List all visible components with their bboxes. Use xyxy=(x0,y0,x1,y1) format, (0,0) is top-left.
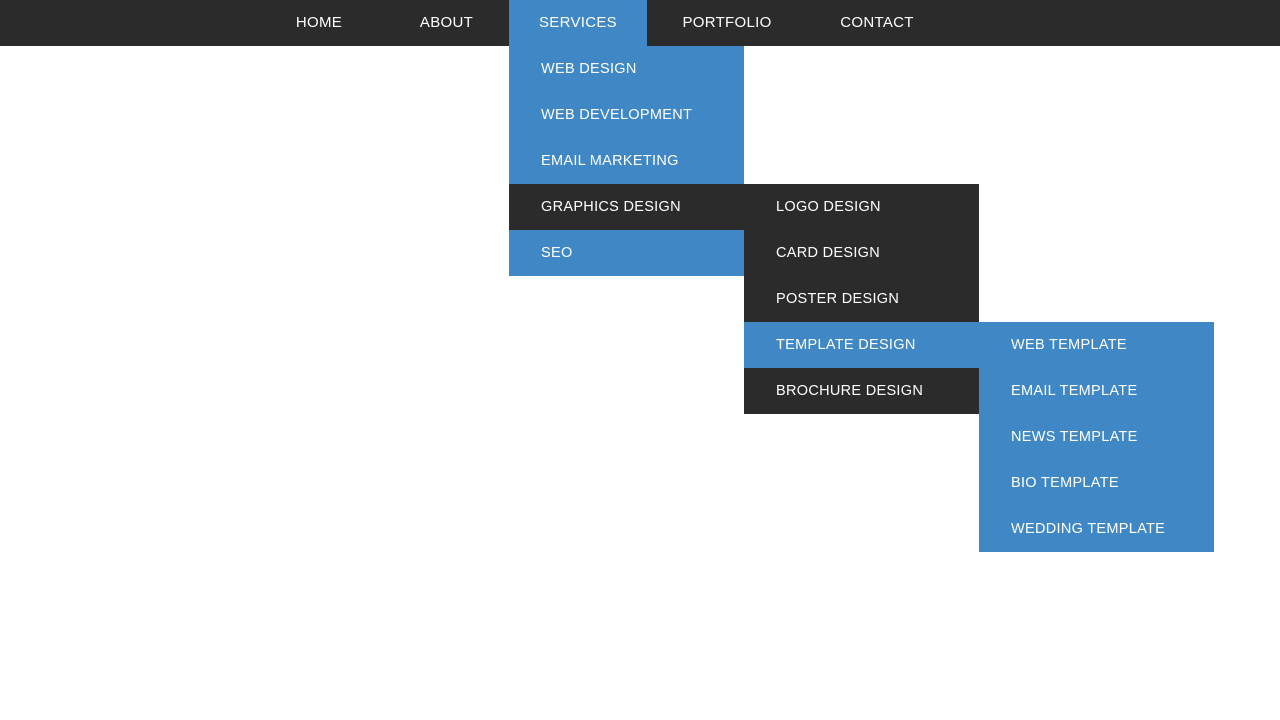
graphics-submenu: LOGO DESIGN CARD DESIGN POSTER DESIGN TE… xyxy=(744,184,979,414)
submenu-graphics-design[interactable]: GRAPHICS DESIGN xyxy=(509,184,744,230)
submenu-brochure-design[interactable]: BROCHURE DESIGN xyxy=(744,368,979,414)
navbar: HOME ABOUT SERVICES PORTFOLIO CONTACT xyxy=(0,0,1280,46)
nav-home[interactable]: HOME xyxy=(254,0,384,46)
submenu-web-template[interactable]: WEB TEMPLATE xyxy=(979,322,1214,368)
submenu-news-template[interactable]: NEWS TEMPLATE xyxy=(979,414,1214,460)
submenu-bio-template[interactable]: BIO TEMPLATE xyxy=(979,460,1214,506)
submenu-template-design[interactable]: TEMPLATE DESIGN xyxy=(744,322,979,368)
nav-contact[interactable]: CONTACT xyxy=(807,0,947,46)
submenu-email-marketing[interactable]: EMAIL MARKETING xyxy=(509,138,744,184)
services-submenu: WEB DESIGN WEB DEVELOPMENT EMAIL MARKETI… xyxy=(509,46,744,276)
submenu-web-design[interactable]: WEB DESIGN xyxy=(509,46,744,92)
submenu-poster-design[interactable]: POSTER DESIGN xyxy=(744,276,979,322)
submenu-wedding-template[interactable]: WEDDING TEMPLATE xyxy=(979,506,1214,552)
nav-services[interactable]: SERVICES xyxy=(509,0,647,46)
submenu-email-template[interactable]: EMAIL TEMPLATE xyxy=(979,368,1214,414)
submenu-card-design[interactable]: CARD DESIGN xyxy=(744,230,979,276)
nav-about[interactable]: ABOUT xyxy=(384,0,509,46)
submenu-seo[interactable]: SEO xyxy=(509,230,744,276)
submenu-logo-design[interactable]: LOGO DESIGN xyxy=(744,184,979,230)
nav-portfolio[interactable]: PORTFOLIO xyxy=(647,0,807,46)
template-submenu: WEB TEMPLATE EMAIL TEMPLATE NEWS TEMPLAT… xyxy=(979,322,1214,552)
submenu-web-development[interactable]: WEB DEVELOPMENT xyxy=(509,92,744,138)
